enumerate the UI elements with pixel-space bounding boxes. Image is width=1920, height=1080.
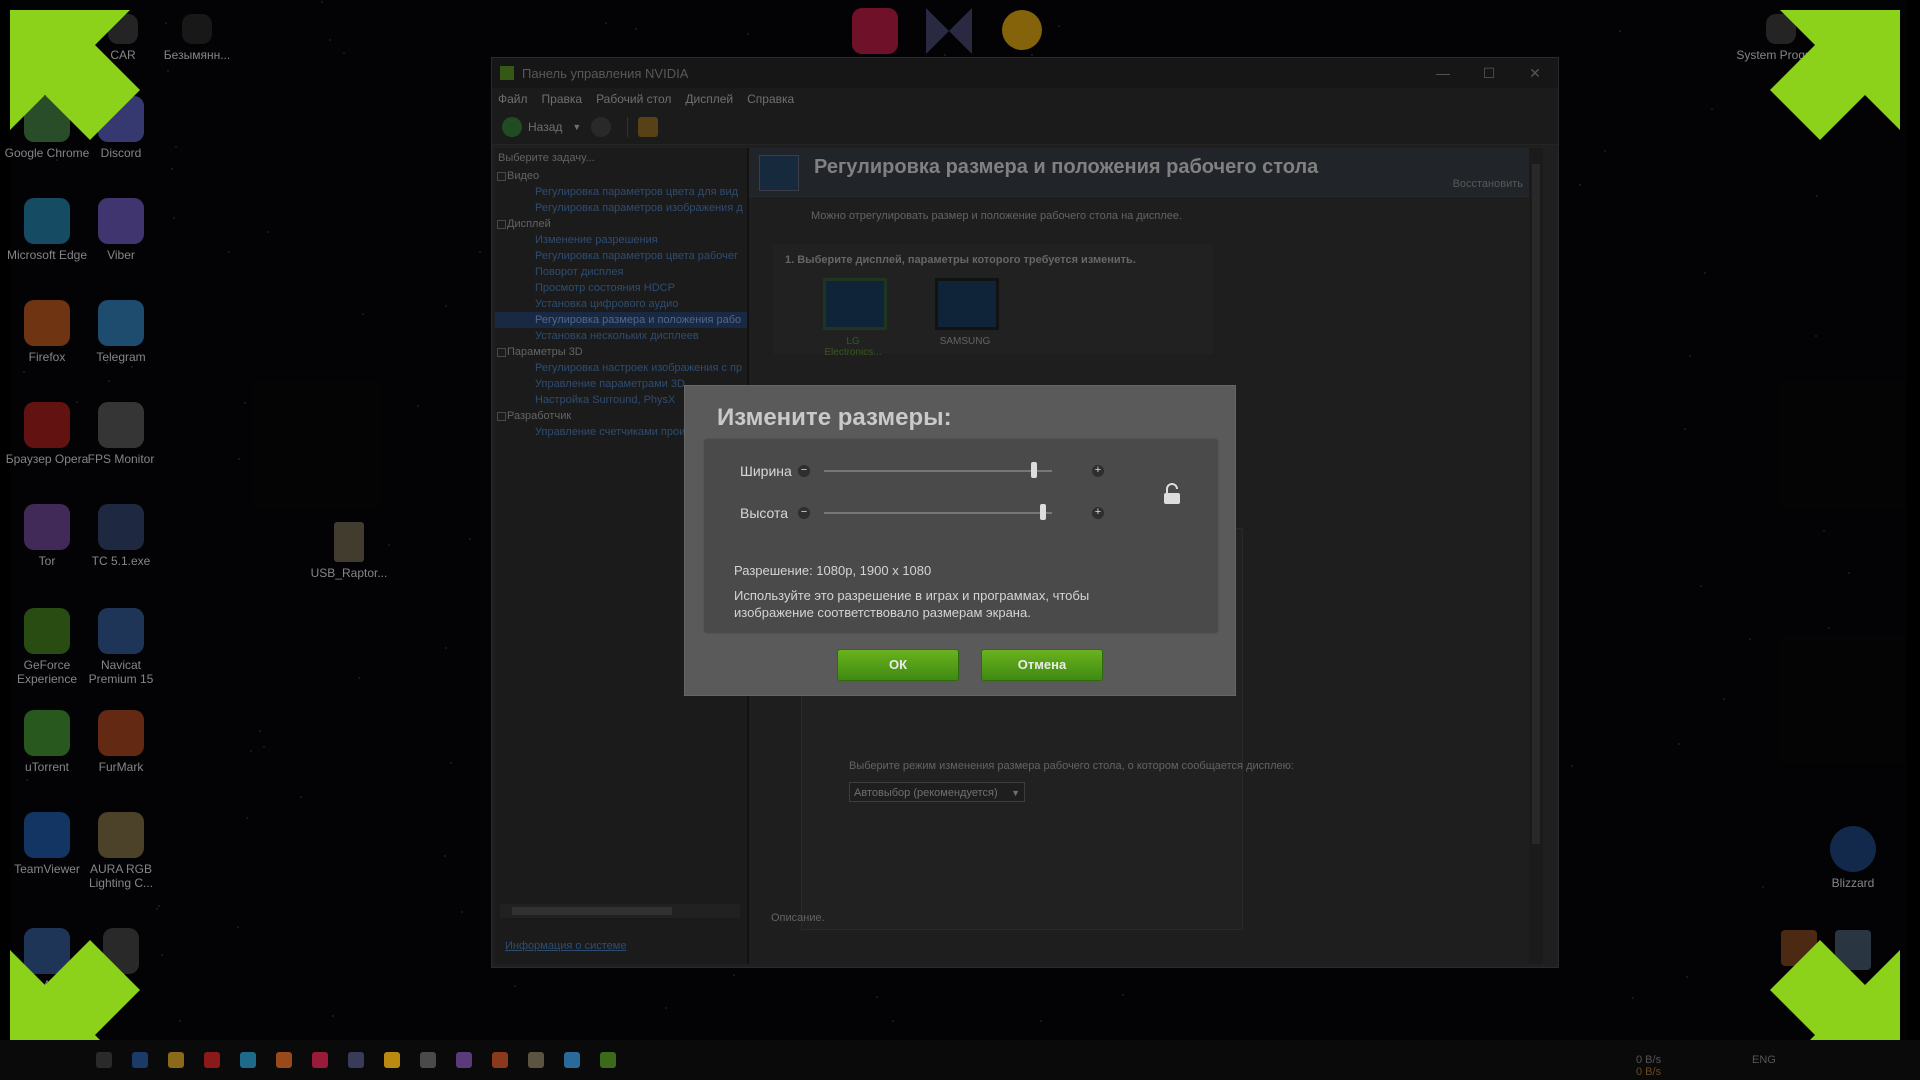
resize-controls-box: Ширина − + Высота − + Разрешение: 1080p,… <box>703 438 1219 634</box>
net-speed-up: 0 B/s <box>1636 1054 1662 1066</box>
resize-dialog: Измените размеры: Ширина − + Высота − + … <box>684 385 1236 696</box>
taskbar-app-icon[interactable] <box>276 1052 292 1068</box>
language-indicator[interactable]: ENG <box>1752 1054 1776 1066</box>
taskbar-app-icon[interactable] <box>492 1052 508 1068</box>
unlock-icon[interactable] <box>1162 483 1182 505</box>
height-plus-button[interactable]: + <box>1092 507 1104 519</box>
resolution-text: Разрешение: 1080p, 1900 x 1080 <box>734 563 932 578</box>
arrow-top-left-icon <box>10 10 140 140</box>
taskbar-app-icon[interactable] <box>564 1052 580 1068</box>
width-slider-track[interactable] <box>824 470 1052 472</box>
taskbar: 0 B/s 0 B/s ENG <box>0 1040 1920 1080</box>
height-minus-button[interactable]: − <box>798 507 810 519</box>
taskbar-app-icon[interactable] <box>96 1052 112 1068</box>
cancel-button[interactable]: Отмена <box>981 649 1103 681</box>
ok-button[interactable]: ОК <box>837 649 959 681</box>
height-label: Высота <box>740 505 789 521</box>
height-slider-track[interactable] <box>824 512 1052 514</box>
width-minus-button[interactable]: − <box>798 465 810 477</box>
taskbar-app-icon[interactable] <box>348 1052 364 1068</box>
taskbar-app-icon[interactable] <box>168 1052 184 1068</box>
taskbar-app-icon[interactable] <box>528 1052 544 1068</box>
arrow-top-right-icon <box>1770 10 1900 140</box>
width-slider-handle[interactable] <box>1030 462 1037 478</box>
taskbar-app-icon[interactable] <box>420 1052 436 1068</box>
taskbar-app-icon[interactable] <box>132 1052 148 1068</box>
width-label: Ширина <box>740 463 792 479</box>
taskbar-app-icon[interactable] <box>204 1052 220 1068</box>
net-speed-down: 0 B/s <box>1636 1066 1662 1078</box>
taskbar-app-icon[interactable] <box>384 1052 400 1068</box>
height-slider-handle[interactable] <box>1039 504 1046 520</box>
resolution-hint: Используйте это разрешение в играх и про… <box>734 588 1090 620</box>
width-plus-button[interactable]: + <box>1092 465 1104 477</box>
taskbar-app-icon[interactable] <box>456 1052 472 1068</box>
taskbar-app-icon[interactable] <box>240 1052 256 1068</box>
dialog-title: Измените размеры: <box>717 404 952 431</box>
taskbar-app-icon[interactable] <box>312 1052 328 1068</box>
taskbar-app-icon[interactable] <box>600 1052 616 1068</box>
